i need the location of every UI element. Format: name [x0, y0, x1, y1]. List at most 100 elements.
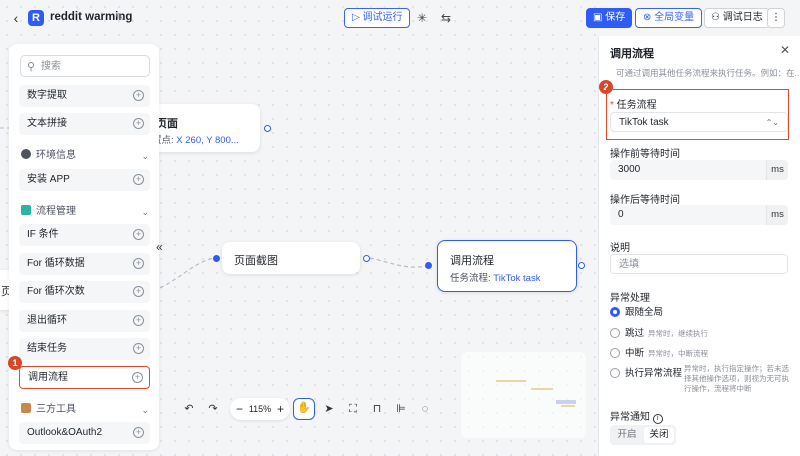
library-item-label: 文本拼接 — [27, 118, 67, 129]
library-item[interactable]: For 循环次数 + — [19, 281, 150, 303]
add-icon[interactable]: + — [133, 258, 144, 269]
description-label: 说明 — [610, 243, 630, 254]
library-item-label: 调用流程 — [28, 372, 68, 383]
library-item[interactable]: 结束任务 + — [19, 338, 150, 360]
node-screenshot[interactable]: 页面截图 — [222, 242, 360, 274]
library-item-label: 安装 APP — [27, 174, 70, 185]
debug-run-button[interactable]: ▷ 调试运行 — [344, 8, 411, 28]
add-icon[interactable]: + — [132, 372, 143, 383]
add-icon[interactable]: + — [133, 174, 144, 185]
radio-skip[interactable]: 跳过 异常时，继续执行 — [610, 325, 708, 339]
node-call-output-port[interactable] — [578, 262, 585, 269]
library-item[interactable]: 退出循环 + — [19, 310, 150, 332]
minimap-node — [496, 380, 526, 382]
radio-checked-icon — [610, 307, 620, 317]
close-icon[interactable]: ✕ — [780, 43, 790, 57]
search-input[interactable] — [41, 59, 141, 73]
category-env[interactable]: 环境信息 ⌄ — [21, 149, 149, 163]
library-item-label: For 循环次数 — [27, 286, 85, 297]
node-page-output-port[interactable] — [264, 125, 271, 132]
save-button[interactable]: ▣ 保存 — [586, 8, 633, 28]
library-item[interactable]: For 循环数据 + — [19, 253, 150, 275]
radio-break[interactable]: 中断 异常时，中断流程 — [610, 345, 708, 359]
notify-toggle[interactable]: 开启 关闭 — [610, 425, 676, 445]
swap-icon[interactable]: ⇆ — [437, 9, 455, 27]
wait-after-input[interactable]: 0 ms — [610, 205, 788, 225]
redo-icon[interactable]: ↷ — [202, 398, 224, 420]
node-call-flow[interactable]: 调用流程 任务流程: TikTok task — [437, 240, 577, 292]
description-input[interactable]: 选填 — [610, 254, 788, 274]
radio-follow-global[interactable]: 跟随全局 — [610, 304, 663, 318]
tools-icon — [21, 403, 31, 413]
edit-title-icon[interactable]: ✎ — [115, 11, 127, 24]
zoom-level: 115% — [248, 404, 272, 414]
chevron-down-icon: ⌄ — [141, 151, 149, 161]
library-item[interactable]: IF 条件 + — [19, 224, 150, 246]
hand-tool-icon[interactable]: ✋ — [293, 398, 315, 420]
notify-label: 异常通知 i — [610, 408, 663, 424]
debug-run-label: 调试运行 — [362, 12, 403, 23]
node-screenshot-output-port[interactable] — [363, 255, 370, 262]
wait-before-input[interactable]: 3000 ms — [610, 160, 788, 180]
more-icon[interactable]: ⋮ — [767, 8, 785, 28]
pointer-icon[interactable]: ➤ — [318, 398, 340, 420]
node-screenshot-input-port[interactable] — [213, 255, 220, 262]
collapse-panel-icon[interactable]: « — [156, 240, 163, 254]
add-icon[interactable]: + — [133, 427, 144, 438]
wait-before-label: 操作前等待时间 — [610, 149, 680, 160]
category-tools[interactable]: 三方工具 ⌄ — [21, 403, 149, 417]
magic-icon[interactable]: ✳ — [413, 9, 431, 27]
unit-label: ms — [766, 160, 788, 180]
task-flow-select[interactable]: TikTok task ⌃⌄ — [610, 112, 788, 132]
add-icon[interactable]: + — [133, 118, 144, 129]
fit-view-icon[interactable]: ⛶ — [342, 398, 364, 420]
minimap[interactable] — [461, 352, 586, 438]
notify-on-option[interactable]: 开启 — [612, 427, 642, 443]
radio-label: 跳过 — [625, 328, 645, 339]
panel-title: 调用流程 — [610, 48, 654, 60]
step-badge-1: 1 — [8, 356, 22, 370]
notify-off-option[interactable]: 关闭 — [644, 427, 674, 443]
align-icon[interactable]: ⊫ — [390, 398, 412, 420]
library-item-call-flow[interactable]: 调用流程 + — [19, 366, 150, 389]
library-item[interactable]: 安装 APP + — [19, 169, 150, 191]
debug-log-button[interactable]: ⚇ 调试日志 — [704, 8, 770, 28]
radio-icon — [610, 348, 620, 358]
library-item[interactable]: Outlook&OAuth2 + — [19, 422, 150, 444]
node-library-panel: ⚲ 数字提取 + 文本拼接 + 环境信息 ⌄ 安装 APP + 流程管理 ⌄ IF 条件 +… — [9, 44, 159, 450]
minimap-node — [561, 405, 575, 407]
category-flow[interactable]: 流程管理 ⌄ — [21, 205, 149, 219]
zoom-out-icon[interactable]: − — [236, 398, 243, 420]
zoom-control[interactable]: − 115% + — [230, 398, 290, 420]
add-icon[interactable]: + — [133, 315, 144, 326]
add-icon[interactable]: + — [133, 90, 144, 101]
undo-icon[interactable]: ↶ — [178, 398, 200, 420]
node-page-title: 页面 — [156, 118, 178, 130]
search-box[interactable]: ⚲ — [20, 55, 150, 77]
task-flow-value: TikTok task — [619, 117, 669, 128]
add-icon[interactable]: + — [133, 343, 144, 354]
comment-icon[interactable]: ◌ — [414, 398, 436, 420]
library-item-label: 数字提取 — [27, 90, 67, 101]
library-item-label: Outlook&OAuth2 — [27, 427, 103, 438]
radio-exec-flow[interactable]: 执行异常流程 — [610, 365, 682, 379]
radio-icon — [610, 328, 620, 338]
global-vars-label: 全局变量 — [654, 12, 695, 23]
back-icon[interactable]: ‹ — [8, 10, 24, 26]
add-icon[interactable]: + — [133, 286, 144, 297]
chevron-updown-icon: ⌃⌄ — [765, 118, 779, 127]
unit-label: ms — [766, 205, 788, 225]
info-icon — [21, 149, 31, 159]
library-item[interactable]: 文本拼接 + — [19, 113, 150, 135]
library-item[interactable]: 数字提取 + — [19, 85, 150, 107]
play-icon: ▷ — [352, 12, 363, 23]
layout-icon[interactable]: ⊓ — [366, 398, 388, 420]
node-page[interactable]: 页面 置点: X 260, Y 800... — [150, 104, 260, 152]
panel-description: 可通过调用其他任务流程来执行任务。例如：在... — [616, 68, 800, 78]
node-call-input-port[interactable] — [425, 262, 432, 269]
add-icon[interactable]: + — [133, 229, 144, 240]
zoom-in-icon[interactable]: + — [277, 398, 284, 420]
log-icon: ⚇ — [711, 12, 723, 23]
global-vars-button[interactable]: ⊗ 全局变量 — [635, 8, 703, 28]
info-icon[interactable]: i — [652, 414, 663, 424]
